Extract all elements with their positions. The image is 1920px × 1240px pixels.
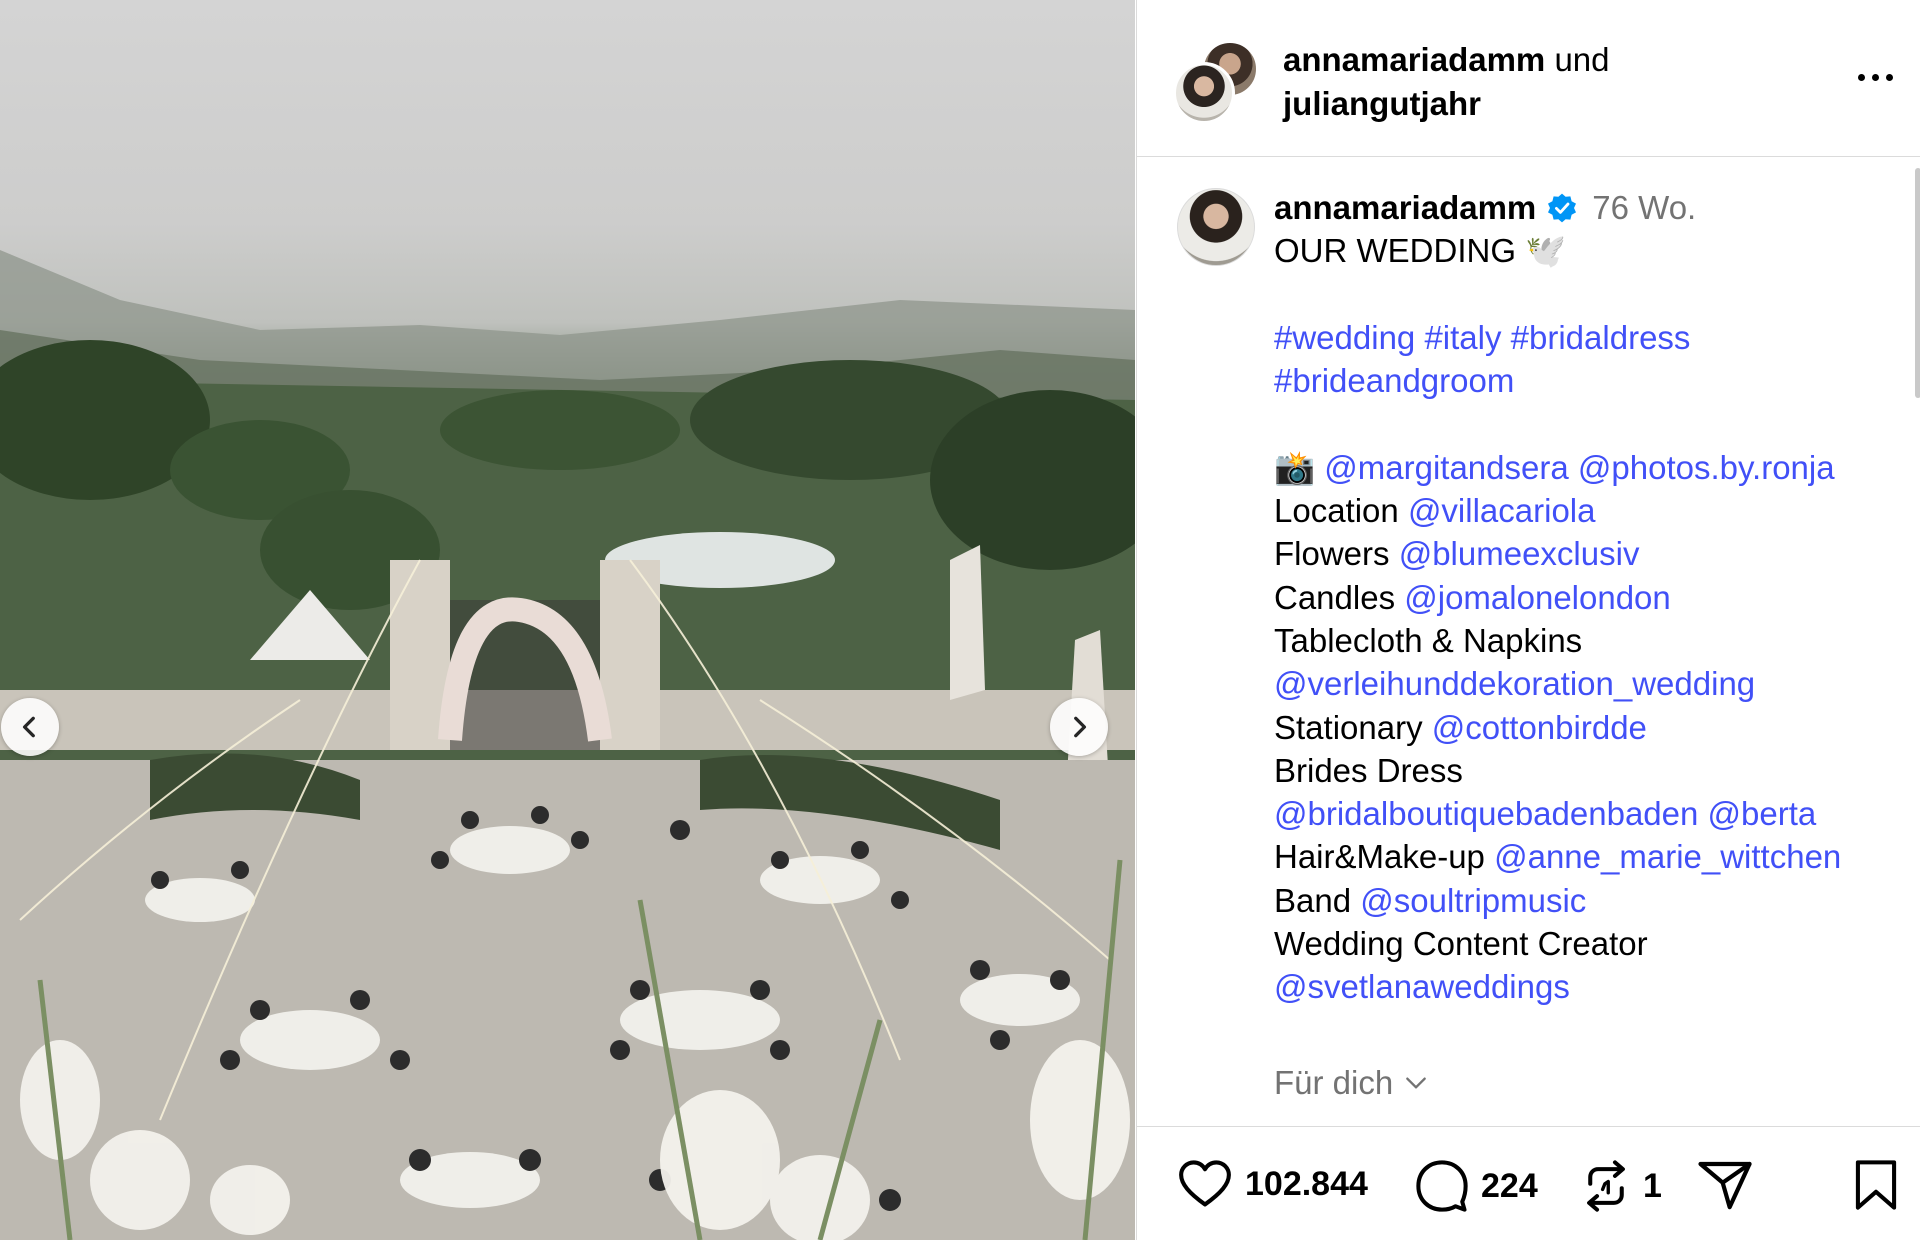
caption-scroll-area[interactable]: annamariadamm 76 Wo. OUR WEDDING 🕊️ #wed… bbox=[1137, 158, 1920, 1126]
header-user2[interactable]: juliangutjahr bbox=[1283, 85, 1481, 122]
comment-button[interactable]: 224 bbox=[1415, 1159, 1538, 1213]
action-bar: 102.844 224 1 bbox=[1137, 1126, 1920, 1240]
credit-candles: Candles @jomalonelondon bbox=[1274, 578, 1671, 616]
mention-location[interactable]: @villacariola bbox=[1408, 492, 1596, 529]
heart-icon bbox=[1179, 1160, 1231, 1207]
post-photo[interactable] bbox=[0, 0, 1135, 1240]
wedding-venue-illustration bbox=[0, 250, 1135, 1240]
collab-names: annamariadamm und juliangutjahr bbox=[1283, 38, 1610, 126]
repost-icon bbox=[1587, 1160, 1625, 1212]
mention-stationary[interactable]: @cottonbirdde bbox=[1432, 709, 1647, 746]
comment-count[interactable]: 224 bbox=[1481, 1167, 1538, 1206]
credit-dress-label: Brides Dress bbox=[1274, 751, 1463, 789]
chevron-down-icon bbox=[1406, 1077, 1427, 1089]
caption: annamariadamm 76 Wo. OUR WEDDING 🕊️ #wed… bbox=[1274, 186, 1904, 1009]
credit-flowers: Flowers @blumeexclusiv bbox=[1274, 535, 1640, 573]
bookmark-icon bbox=[1855, 1160, 1897, 1210]
collab-avatars[interactable] bbox=[1173, 40, 1265, 124]
chevron-left-icon bbox=[22, 716, 35, 738]
mention-flowers[interactable]: @blumeexclusiv bbox=[1399, 535, 1640, 572]
paper-plane-icon bbox=[1698, 1161, 1752, 1210]
repost-count[interactable]: 1 bbox=[1643, 1167, 1662, 1206]
credit-creator-label: Wedding Content Creator bbox=[1274, 925, 1648, 963]
photographer-credits: 📸 @margitandsera @photos.by.ronja bbox=[1274, 446, 1904, 489]
previous-image-button[interactable] bbox=[1, 698, 59, 756]
chevron-right-icon bbox=[1074, 716, 1087, 738]
mention-dress-2[interactable]: @berta bbox=[1708, 795, 1817, 832]
next-image-button[interactable] bbox=[1050, 698, 1108, 756]
caption-avatar[interactable] bbox=[1177, 188, 1255, 266]
credit-band: Band @soultripmusic bbox=[1274, 881, 1587, 919]
mention-creator[interactable]: @svetlanaweddings bbox=[1274, 965, 1904, 1008]
credit-stationary: Stationary @cottonbirdde bbox=[1274, 708, 1647, 746]
more-options-icon bbox=[1857, 73, 1865, 81]
like-count[interactable]: 102.844 bbox=[1245, 1165, 1368, 1204]
hashtags-line-1[interactable]: #wedding #italy #bridaldress bbox=[1274, 316, 1904, 359]
mention-photographer-1[interactable]: @margitandsera bbox=[1324, 449, 1568, 486]
header-user1[interactable]: annamariadamm bbox=[1283, 41, 1545, 78]
comment-bubble-icon bbox=[1416, 1160, 1468, 1212]
more-options-button[interactable] bbox=[1847, 62, 1903, 92]
caption-title: OUR WEDDING 🕊️ bbox=[1274, 232, 1567, 270]
mention-dress-1[interactable]: @bridalboutiquebadenbaden bbox=[1274, 795, 1698, 832]
caption-header: annamariadamm 76 Wo. bbox=[1274, 186, 1904, 229]
repost-button[interactable]: 1 bbox=[1581, 1159, 1662, 1213]
post-header: annamariadamm und juliangutjahr bbox=[1137, 0, 1920, 157]
avatar-annamariadamm[interactable] bbox=[1173, 62, 1235, 124]
for-you-label: Für dich bbox=[1274, 1064, 1394, 1101]
credit-tablecloth-label: Tablecloth & Napkins bbox=[1274, 621, 1583, 659]
hashtags-line-2[interactable]: #brideandgroom bbox=[1274, 359, 1904, 402]
share-button[interactable] bbox=[1697, 1159, 1753, 1211]
credit-hair: Hair&Make-up @anne_marie_wittchen bbox=[1274, 838, 1842, 876]
scrollbar[interactable] bbox=[1915, 168, 1920, 398]
caption-username[interactable]: annamariadamm bbox=[1274, 186, 1536, 229]
for-you-dropdown[interactable]: Für dich bbox=[1274, 1064, 1429, 1102]
mention-hair[interactable]: @anne_marie_wittchen bbox=[1494, 838, 1841, 875]
save-button[interactable] bbox=[1853, 1159, 1899, 1211]
credit-dress-handles: @bridalboutiquebadenbaden @berta bbox=[1274, 792, 1904, 835]
post-side-panel: annamariadamm und juliangutjahr annamari… bbox=[1136, 0, 1920, 1240]
like-button[interactable]: 102.844 bbox=[1177, 1159, 1368, 1209]
mention-candles[interactable]: @jomalonelondon bbox=[1404, 579, 1671, 616]
mention-photographer-2[interactable]: @photos.by.ronja bbox=[1578, 449, 1835, 486]
verified-badge-icon bbox=[1548, 193, 1577, 223]
credit-location: Location @villacariola bbox=[1274, 492, 1596, 530]
mention-tablecloth[interactable]: @verleihunddekoration_wedding bbox=[1274, 662, 1904, 705]
header-connector: und bbox=[1554, 41, 1610, 78]
post-time[interactable]: 76 Wo. bbox=[1592, 186, 1696, 229]
camera-flash-icon: 📸 bbox=[1274, 448, 1316, 486]
mention-band[interactable]: @soultripmusic bbox=[1360, 882, 1586, 919]
